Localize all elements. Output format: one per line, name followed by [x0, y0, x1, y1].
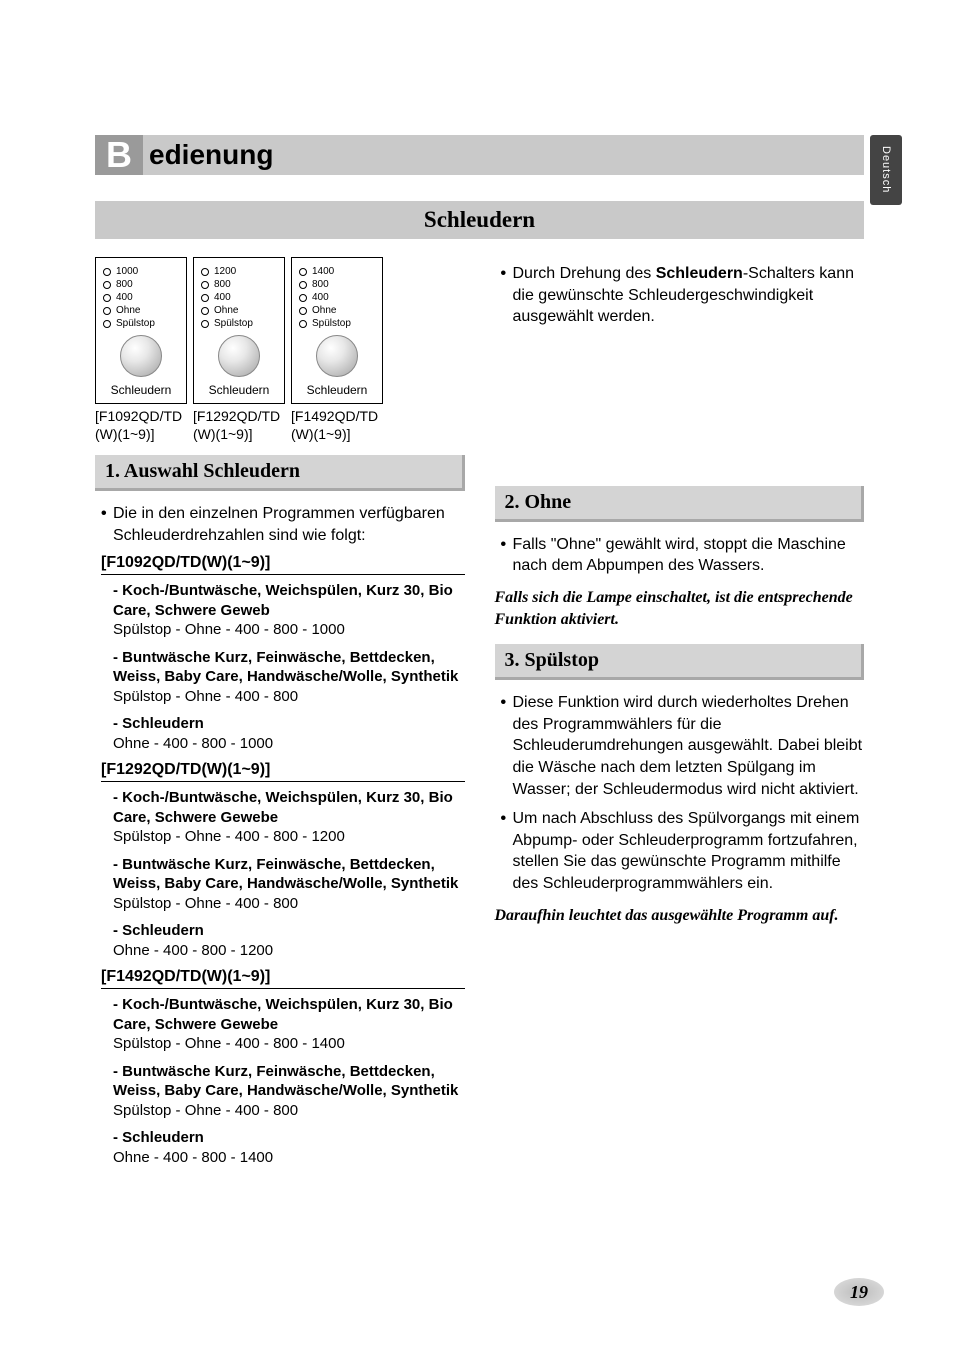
panel-model-line: [F1092QD/TD: [95, 408, 182, 424]
radio-icon: [201, 307, 209, 315]
right-column: • Durch Drehung des Schleudern-Schalters…: [495, 257, 865, 1175]
prog-name: - Buntwäsche Kurz, Feinwäsche, Bettdecke…: [113, 855, 465, 894]
text-fragment: Durch Drehung des: [513, 265, 656, 282]
prog-values: Spülstop - Ohne - 400 - 800: [113, 1101, 465, 1121]
spuelstop-bullet-2: • Um nach Abschluss des Spülvorgangs mit…: [495, 808, 865, 894]
dial-icon: [120, 335, 162, 377]
opt-label: Spülstop: [312, 318, 351, 329]
prog-name: - Schleudern: [113, 714, 465, 734]
radio-icon: [201, 268, 209, 276]
opt-label: 800: [214, 279, 231, 290]
subheading-spuelstop: 3. Spülstop: [495, 644, 865, 680]
ohne-text: Falls "Ohne" gewählt wird, stoppt die Ma…: [513, 534, 865, 577]
panel-model-1: [F1292QD/TD (W)(1~9)]: [193, 408, 285, 443]
prog-values: Ohne - 400 - 800 - 1200: [113, 941, 465, 961]
panel-model-line: (W)(1~9)]: [193, 426, 253, 442]
panel-model-0: [F1092QD/TD (W)(1~9)]: [95, 408, 187, 443]
opt-label: 1400: [312, 266, 334, 277]
panel-model-2: [F1492QD/TD (W)(1~9)]: [291, 408, 383, 443]
panel-model-line: (W)(1~9)]: [95, 426, 155, 442]
spuelstop-bullet-1: • Diese Funktion wird durch wiederholtes…: [495, 692, 865, 800]
radio-icon: [103, 268, 111, 276]
opt-label: 400: [312, 292, 329, 303]
radio-icon: [201, 281, 209, 289]
radio-icon: [299, 307, 307, 315]
dial-panel-0: 1000 800 400 Ohne Spülstop Schleudern: [95, 257, 187, 404]
prog-values: Spülstop - Ohne - 400 - 800 - 1200: [113, 827, 465, 847]
dial-panel-1: 1200 800 400 Ohne Spülstop Schleudern: [193, 257, 285, 404]
opt-label: Ohne: [116, 305, 140, 316]
prog-name: - Koch-/Buntwäsche, Weichspülen, Kurz 30…: [113, 788, 465, 827]
prog-values: Spülstop - Ohne - 400 - 800 - 1000: [113, 620, 465, 640]
panel-caption: Schleudern: [111, 383, 172, 397]
page-number: 19: [834, 1278, 884, 1306]
opt-label: 400: [214, 292, 231, 303]
model-header: [F1092QD/TD(W)(1~9)]: [101, 554, 465, 575]
model-header: [F1492QD/TD(W)(1~9)]: [101, 968, 465, 989]
intro-line: Die in den einzelnen Programmen verfügba…: [113, 505, 445, 522]
panel-caption: Schleudern: [209, 383, 270, 397]
panel-model-line: [F1492QD/TD: [291, 408, 378, 424]
section-banner: Schleudern: [95, 201, 864, 239]
prog-name: - Koch-/Buntwäsche, Weichspülen, Kurz 30…: [113, 995, 465, 1034]
intro-bullet: • Die in den einzelnen Programmen verfüg…: [95, 503, 465, 546]
intro-bullet-right: • Durch Drehung des Schleudern-Schalters…: [495, 263, 865, 328]
dial-icon: [316, 335, 358, 377]
radio-icon: [299, 281, 307, 289]
text-bold: Schleudern: [656, 265, 743, 282]
radio-icon: [299, 268, 307, 276]
prog-name: - Koch-/Buntwäsche, Weichspülen, Kurz 30…: [113, 581, 465, 620]
radio-icon: [103, 281, 111, 289]
radio-icon: [201, 320, 209, 328]
prog-name: - Buntwäsche Kurz, Feinwäsche, Bettdecke…: [113, 648, 465, 687]
prog-values: Spülstop - Ohne - 400 - 800: [113, 894, 465, 914]
prog-values: Ohne - 400 - 800 - 1400: [113, 1148, 465, 1168]
prog-name: - Schleudern: [113, 1128, 465, 1148]
dial-panels: 1000 800 400 Ohne Spülstop Schleudern 12…: [95, 257, 465, 404]
page-title: edienung: [149, 139, 273, 171]
prog-name: - Buntwäsche Kurz, Feinwäsche, Bettdecke…: [113, 1062, 465, 1101]
opt-label: Ohne: [312, 305, 336, 316]
model-header: [F1292QD/TD(W)(1~9)]: [101, 761, 465, 782]
title-dropcap: B: [95, 135, 143, 175]
opt-label: 1200: [214, 266, 236, 277]
note-program: Daraufhin leuchtet das ausgewählte Progr…: [495, 905, 865, 927]
radio-icon: [299, 294, 307, 302]
prog-name: - Schleudern: [113, 921, 465, 941]
prog-values: Spülstop - Ohne - 400 - 800: [113, 687, 465, 707]
radio-icon: [299, 320, 307, 328]
opt-label: 800: [116, 279, 133, 290]
ohne-bullet: • Falls "Ohne" gewählt wird, stoppt die …: [495, 534, 865, 577]
intro-text: Durch Drehung des Schleudern-Schalters k…: [513, 263, 865, 328]
spuelstop-text-2: Um nach Abschluss des Spülvorgangs mit e…: [513, 808, 865, 894]
note-lamp: Falls sich die Lampe einschaltet, ist di…: [495, 587, 865, 630]
intro-line: Schleuderdrehzahlen sind wie folgt:: [113, 527, 366, 544]
page-title-bar: B edienung: [95, 135, 864, 175]
panel-model-line: [F1292QD/TD: [193, 408, 280, 424]
opt-label: 400: [116, 292, 133, 303]
prog-values: Spülstop - Ohne - 400 - 800 - 1400: [113, 1034, 465, 1054]
radio-icon: [103, 320, 111, 328]
radio-icon: [103, 294, 111, 302]
left-column: 1000 800 400 Ohne Spülstop Schleudern 12…: [95, 257, 465, 1175]
opt-label: Ohne: [214, 305, 238, 316]
prog-values: Ohne - 400 - 800 - 1000: [113, 734, 465, 754]
opt-label: Spülstop: [214, 318, 253, 329]
dial-icon: [218, 335, 260, 377]
opt-label: 800: [312, 279, 329, 290]
subheading-auswahl: 1. Auswahl Schleudern: [95, 455, 465, 491]
radio-icon: [201, 294, 209, 302]
subheading-ohne: 2. Ohne: [495, 486, 865, 522]
opt-label: Spülstop: [116, 318, 155, 329]
panel-model-line: (W)(1~9)]: [291, 426, 351, 442]
dial-panel-2: 1400 800 400 Ohne Spülstop Schleudern: [291, 257, 383, 404]
panel-caption: Schleudern: [307, 383, 368, 397]
opt-label: 1000: [116, 266, 138, 277]
radio-icon: [103, 307, 111, 315]
spuelstop-text-1: Diese Funktion wird durch wiederholtes D…: [513, 692, 865, 800]
